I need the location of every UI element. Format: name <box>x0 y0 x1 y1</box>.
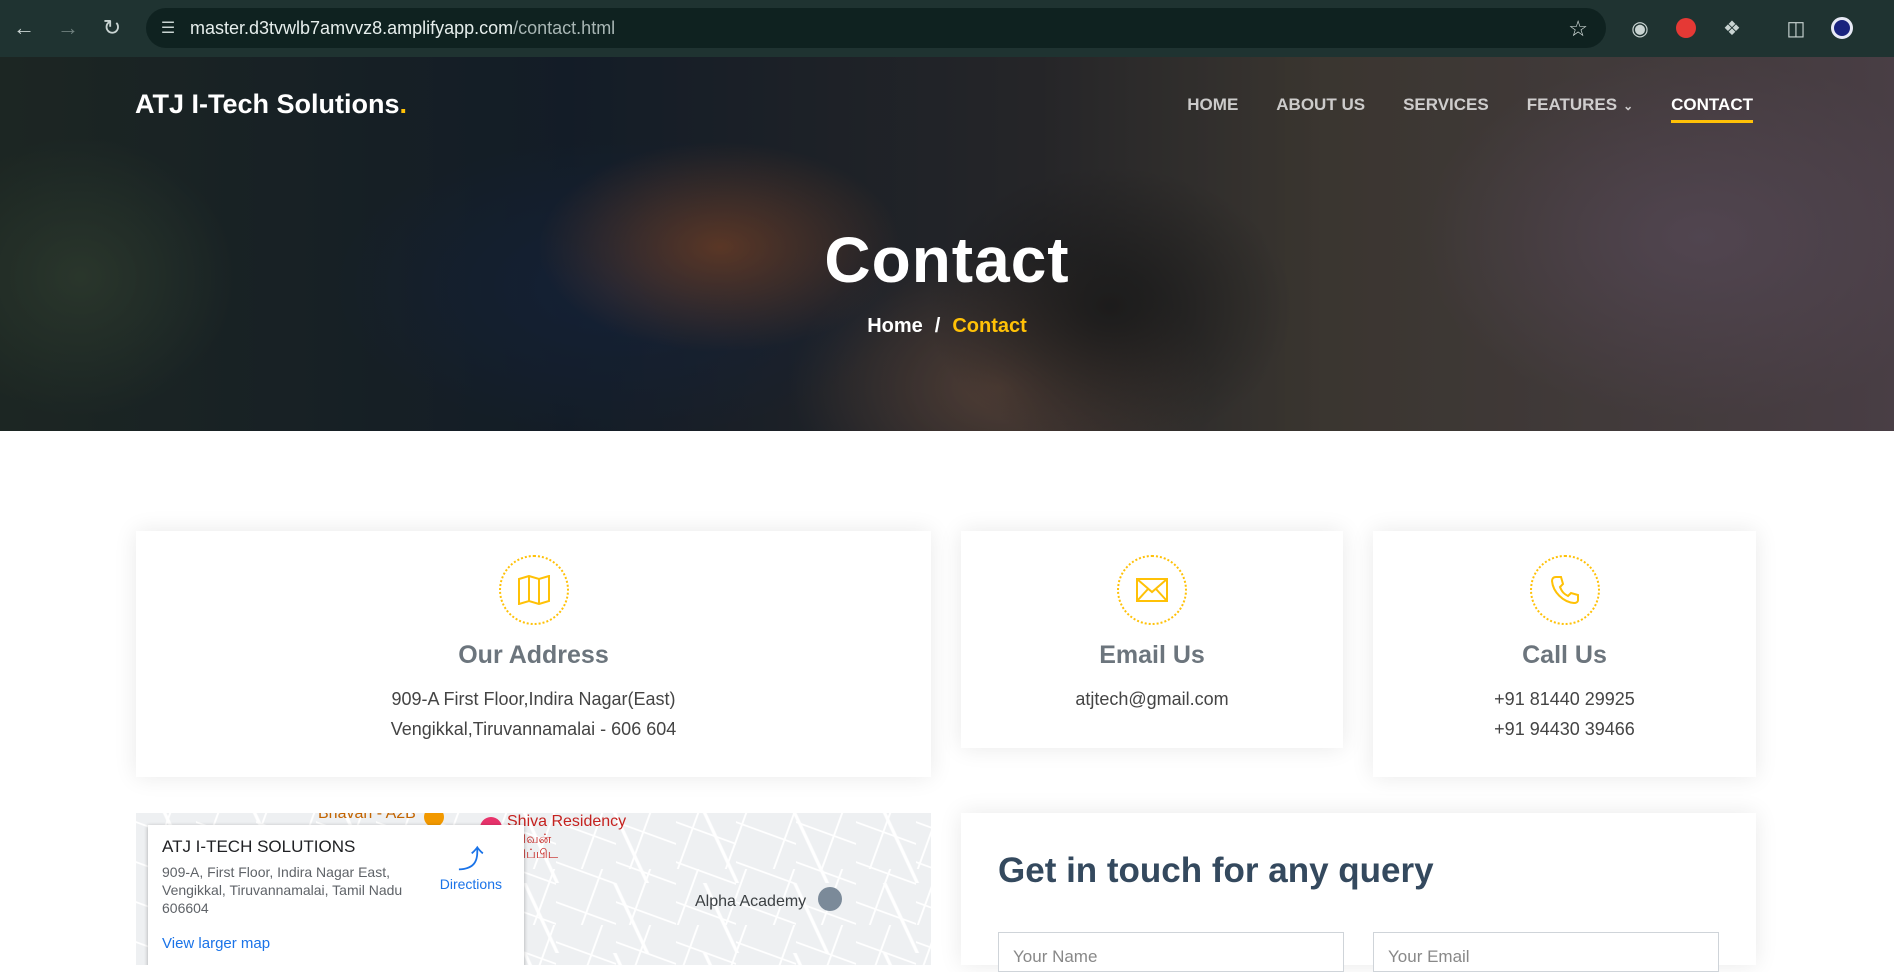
map-place-card: ATJ I-TECH SOLUTIONS 909-A, First Floor,… <box>148 825 524 965</box>
camera-icon[interactable]: ◉ <box>1624 12 1656 44</box>
hero-banner: ATJ I-Tech Solutions. HOME ABOUT US SERV… <box>0 57 1894 431</box>
email-field[interactable]: Your Email <box>1373 932 1719 972</box>
directions-button[interactable]: ⤴ Directions <box>440 839 502 892</box>
phone-text[interactable]: +91 81440 29925 +91 94430 39466 <box>1373 684 1756 744</box>
form-heading: Get in touch for any query <box>998 851 1434 890</box>
address-bar[interactable]: ☰ master.d3tvwlb7amvvz8.amplifyapp.com/c… <box>146 8 1606 48</box>
browser-toolbar: ← → ↻ ☰ master.d3tvwlb7amvvz8.amplifyapp… <box>0 0 1894 57</box>
map-icon <box>498 555 569 625</box>
map-label-alpha: Alpha Academy <box>695 893 807 910</box>
breadcrumb: Home / Contact <box>0 315 1894 338</box>
site-info-icon[interactable]: ☰ <box>146 18 190 38</box>
reload-icon[interactable]: ↻ <box>92 8 132 48</box>
breadcrumb-separator: / <box>934 315 941 337</box>
chevron-down-icon: ⌄ <box>1623 99 1634 113</box>
back-icon[interactable]: ← <box>4 8 44 48</box>
directions-icon: ⤴ <box>457 844 484 874</box>
view-larger-map-link[interactable]: View larger map <box>162 935 510 952</box>
google-map[interactable]: Bhavan - A2B Shiva Residency சிவன் சிப்ப… <box>136 813 931 965</box>
call-card: Call Us +91 81440 29925 +91 94430 39466 <box>1373 531 1756 777</box>
email-text[interactable]: atjtech@gmail.com <box>961 684 1343 714</box>
name-field[interactable]: Your Name <box>998 932 1344 972</box>
email-title: Email Us <box>1099 641 1205 669</box>
nav-features-label: FEATURES <box>1526 95 1618 114</box>
phone-icon <box>1529 555 1600 625</box>
school-pin-icon <box>818 887 842 911</box>
envelope-icon <box>1117 555 1187 625</box>
url-text[interactable]: master.d3tvwlb7amvvz8.amplifyapp.com/con… <box>190 18 615 39</box>
address-text: 909-A First Floor,Indira Nagar(East) Veng… <box>390 689 677 739</box>
map-place-address: 909-A, First Floor, Indira Nagar East, V… <box>162 864 403 916</box>
breadcrumb-current: Contact <box>952 315 1027 337</box>
site-logo[interactable]: ATJ I-Tech Solutions. <box>135 89 407 120</box>
page-title: Contact <box>824 224 1070 296</box>
forward-icon[interactable]: → <box>48 8 88 48</box>
nav-about-us[interactable]: ABOUT US <box>1276 95 1365 123</box>
main-nav: HOME ABOUT US SERVICES FEATURES ⌄ CONTACT <box>1149 95 1753 123</box>
side-panel-icon[interactable]: ◫ <box>1780 12 1812 44</box>
call-title: Call Us <box>1522 641 1607 669</box>
nav-features[interactable]: FEATURES ⌄ <box>1527 95 1633 123</box>
extensions-puzzle-icon[interactable]: ❖ <box>1716 12 1748 44</box>
contact-form: Get in touch for any query Your Name You… <box>961 813 1756 972</box>
nav-home[interactable]: HOME <box>1187 95 1238 123</box>
address-title: Our Address <box>458 641 609 669</box>
map-label-bhavan: Bhavan - A2B <box>318 813 416 822</box>
breadcrumb-home[interactable]: Home <box>867 315 923 337</box>
profile-icon[interactable] <box>1826 12 1858 44</box>
extension-red-icon[interactable] <box>1670 12 1702 44</box>
map-label-shiva: Shiva Residency <box>507 813 627 830</box>
nav-contact[interactable]: CONTACT <box>1671 95 1753 123</box>
email-card: Email Us atjtech@gmail.com <box>961 531 1343 748</box>
address-card: Our Address 909-A First Floor,Indira Nag… <box>136 531 931 777</box>
directions-label: Directions <box>439 876 502 892</box>
nav-services[interactable]: SERVICES <box>1403 95 1489 123</box>
bookmark-star-icon[interactable]: ☆ <box>1568 16 1588 42</box>
